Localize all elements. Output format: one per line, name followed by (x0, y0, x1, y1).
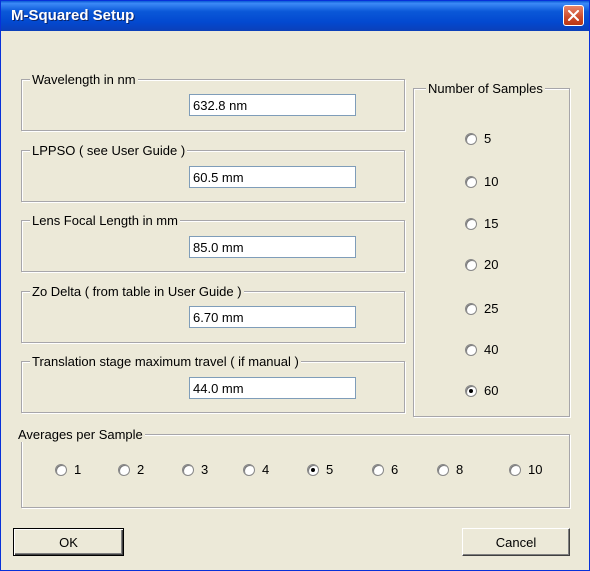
averages-option-8[interactable]: 8 (437, 462, 463, 477)
radio-icon (509, 463, 521, 476)
averages-option-4[interactable]: 4 (243, 462, 269, 477)
radio-icon (55, 463, 67, 476)
dialog-window: M-Squared Setup Wavelength in nm LPPSO (… (0, 0, 590, 571)
title-bar[interactable]: M-Squared Setup (1, 1, 589, 31)
close-icon (568, 10, 579, 21)
radio-icon (465, 258, 477, 271)
max-travel-input[interactable] (189, 377, 356, 399)
radio-icon (182, 463, 194, 476)
max-travel-group: Translation stage maximum travel ( if ma… (21, 354, 405, 413)
radio-icon (243, 463, 255, 476)
samples-option-25[interactable]: 25 (465, 301, 498, 316)
samples-option-60[interactable]: 60 (465, 383, 498, 398)
radio-icon (465, 343, 477, 356)
radio-label: 40 (484, 342, 499, 357)
radio-label: 2 (137, 462, 145, 477)
samples-option-5[interactable]: 5 (465, 131, 491, 146)
radio-label: 5 (326, 462, 334, 477)
radio-checked-icon (307, 463, 319, 476)
window-title: M-Squared Setup (11, 7, 135, 24)
radio-label: 25 (484, 301, 499, 316)
averages-option-2[interactable]: 2 (118, 462, 144, 477)
samples-option-20[interactable]: 20 (465, 257, 498, 272)
lppso-group: LPPSO ( see User Guide ) (21, 143, 405, 202)
max-travel-label: Translation stage maximum travel ( if ma… (30, 354, 301, 369)
radio-icon (465, 217, 477, 230)
averages-option-6[interactable]: 6 (372, 462, 398, 477)
radio-label: 15 (484, 216, 499, 231)
radio-label: 60 (484, 383, 499, 398)
radio-label: 8 (456, 462, 464, 477)
radio-label: 10 (484, 174, 499, 189)
radio-label: 1 (74, 462, 82, 477)
ok-button[interactable]: OK (13, 528, 124, 556)
cancel-button[interactable]: Cancel (462, 528, 570, 556)
averages-option-3[interactable]: 3 (182, 462, 208, 477)
radio-icon (118, 463, 130, 476)
radio-icon (372, 463, 384, 476)
averages-option-10[interactable]: 10 (509, 462, 542, 477)
lppso-label: LPPSO ( see User Guide ) (30, 143, 188, 158)
radio-icon (437, 463, 449, 476)
samples-label: Number of Samples (426, 81, 545, 96)
focal-length-input[interactable] (189, 236, 356, 258)
radio-label: 20 (484, 257, 499, 272)
lppso-input[interactable] (189, 166, 356, 188)
averages-option-5[interactable]: 5 (307, 462, 333, 477)
radio-checked-icon (465, 384, 477, 397)
radio-label: 3 (201, 462, 209, 477)
wavelength-label: Wavelength in nm (30, 72, 138, 87)
close-button[interactable] (563, 5, 584, 26)
radio-icon (465, 302, 477, 315)
radio-icon (465, 175, 477, 188)
radio-label: 6 (391, 462, 399, 477)
averages-option-1[interactable]: 1 (55, 462, 81, 477)
zo-delta-input[interactable] (189, 306, 356, 328)
focal-length-group: Lens Focal Length in mm (21, 213, 405, 272)
zo-delta-group: Zo Delta ( from table in User Guide ) (21, 284, 405, 343)
samples-option-40[interactable]: 40 (465, 342, 498, 357)
focal-length-label: Lens Focal Length in mm (30, 213, 180, 228)
radio-label: 4 (262, 462, 270, 477)
samples-option-15[interactable]: 15 (465, 216, 498, 231)
wavelength-group: Wavelength in nm (21, 72, 405, 131)
averages-label: Averages per Sample (16, 427, 145, 442)
wavelength-input[interactable] (189, 94, 356, 116)
averages-group: Averages per Sample 1 2 3 4 5 6 8 10 (16, 427, 570, 508)
samples-group: Number of Samples 5 10 15 20 25 40 60 (413, 81, 570, 417)
radio-icon (465, 132, 477, 145)
radio-label: 5 (484, 131, 492, 146)
radio-label: 10 (528, 462, 543, 477)
zo-delta-label: Zo Delta ( from table in User Guide ) (30, 284, 244, 299)
samples-option-10[interactable]: 10 (465, 174, 498, 189)
